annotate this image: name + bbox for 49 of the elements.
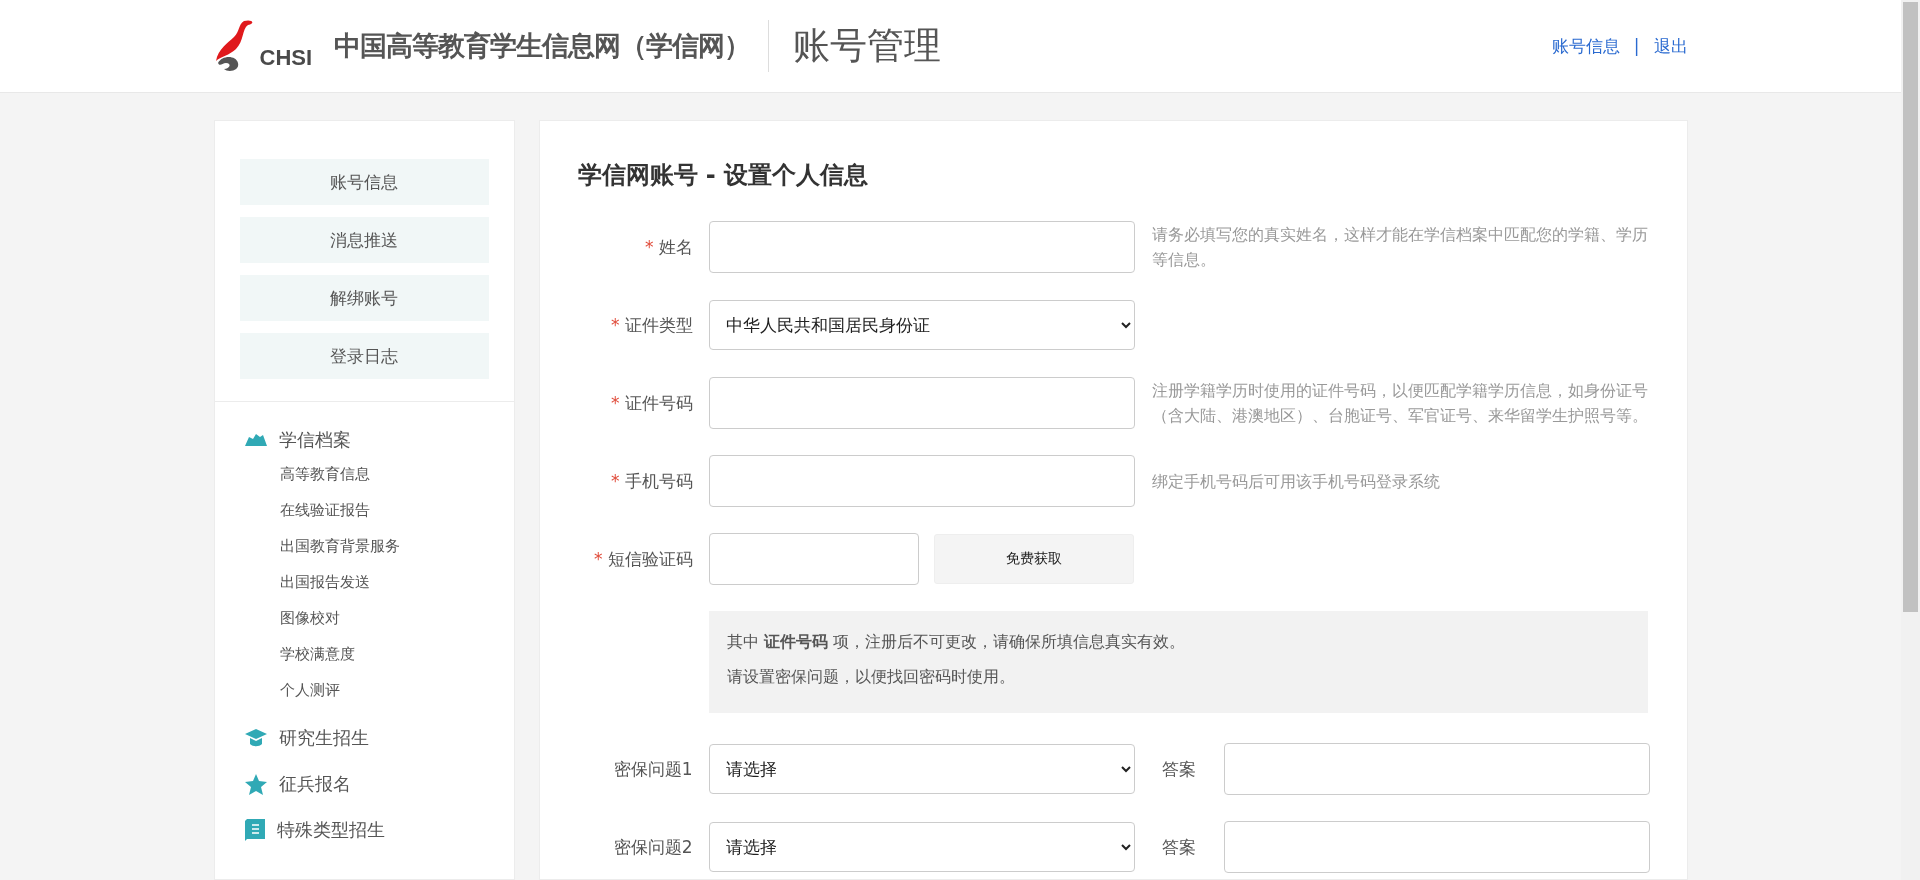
sidebar-button[interactable]: 账号信息	[239, 159, 489, 205]
document-icon	[244, 819, 265, 841]
select-field[interactable]: 请选择	[708, 744, 1135, 794]
select-field[interactable]: 中华人民共和国居民身份证	[708, 300, 1135, 350]
sidebar-item[interactable]: 在线验证报告	[279, 492, 489, 528]
logo-text: CHSI	[259, 47, 313, 69]
input-field[interactable]	[708, 377, 1135, 429]
field-label: 密保问题2	[612, 835, 693, 859]
select-field[interactable]: 请选择	[708, 822, 1135, 872]
site-name: 中国高等教育学生信息网（学信网）	[334, 29, 751, 63]
answer-field[interactable]	[1223, 821, 1650, 873]
sidebar-group-link[interactable]: 特殊类型招生	[276, 818, 385, 842]
sidebar-group-link[interactable]: 研究生招生	[278, 726, 369, 750]
answer-label: 答案	[1161, 835, 1197, 859]
sidebar-group-link[interactable]: 征兵报名	[278, 772, 351, 796]
notice-text: 其中 证件号码 项，注册后不可更改，请确保所填信息真实有效。	[726, 631, 1186, 653]
field-label: * 证件号码	[610, 391, 693, 415]
sidebar-button[interactable]: 消息推送	[239, 217, 489, 263]
input-field[interactable]	[708, 455, 1135, 507]
sidebar-item[interactable]: 图像校对	[279, 600, 489, 636]
sidebar-item[interactable]: 学校满意度	[279, 636, 489, 672]
sidebar-button[interactable]: 解绑账号	[239, 275, 489, 321]
field-label: * 手机号码	[610, 469, 693, 493]
section-title: 账号管理	[793, 23, 942, 69]
graduation-cap-icon	[244, 729, 267, 747]
star-icon	[244, 773, 267, 795]
get-code-button[interactable]: 免费获取	[933, 534, 1134, 584]
sidebar-item[interactable]: 出国教育背景服务	[279, 528, 489, 564]
field-label: * 姓名	[644, 235, 693, 259]
field-hint: 注册学籍学历时使用的证件号码，以便匹配学籍学历信息，如身份证号（含大陆、港澳地区）、台胞证号、军官证号、来华留学生护照号等。	[1151, 380, 1649, 427]
form-title: 学信网账号 - 设置个人信息	[577, 160, 870, 191]
sidebar-group-link[interactable]: 学信档案	[278, 428, 351, 452]
sidebar-item[interactable]: 出国报告发送	[279, 564, 489, 600]
field-hint: 绑定手机号码后可用该手机号码登录系统	[1151, 470, 1441, 493]
sidebar-button[interactable]: 登录日志	[239, 333, 489, 379]
answer-label: 答案	[1161, 757, 1197, 781]
field-label: 密保问题1	[612, 757, 693, 781]
header-link[interactable]: 退出	[1653, 34, 1688, 58]
sidebar-item[interactable]: 高等教育信息	[279, 456, 489, 492]
input-field[interactable]	[708, 221, 1135, 273]
sidebar-item[interactable]: 个人测评	[279, 672, 489, 708]
field-label: * 证件类型	[610, 313, 693, 337]
input-field[interactable]	[708, 533, 919, 585]
link-separator: |	[1633, 36, 1640, 56]
field-label: * 短信验证码	[593, 547, 693, 571]
header-link[interactable]: 账号信息	[1551, 34, 1620, 58]
field-hint: 请务必填写您的真实姓名，这样才能在学信档案中匹配您的学籍、学历等信息。	[1151, 224, 1649, 271]
answer-field[interactable]	[1223, 743, 1650, 795]
notice-text: 请设置密保问题，以便找回密码时使用。	[726, 666, 1016, 688]
